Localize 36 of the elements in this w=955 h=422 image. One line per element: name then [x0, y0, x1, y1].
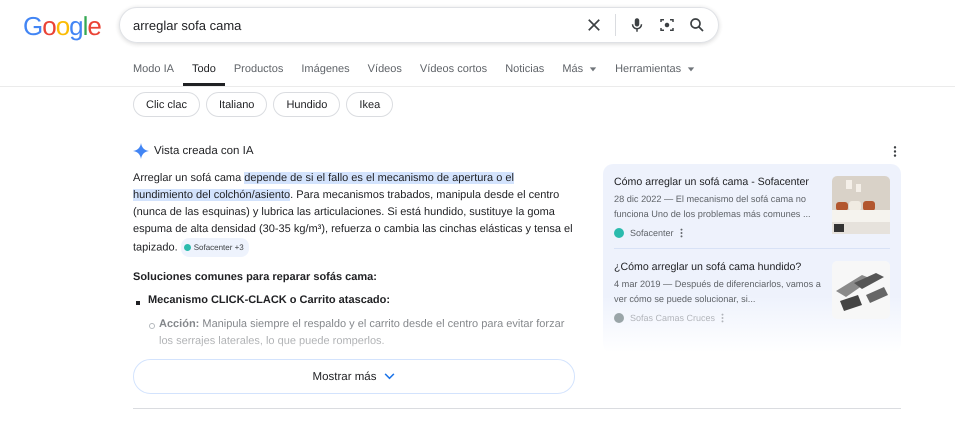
- more-options-icon[interactable]: [680, 228, 683, 238]
- sofa-mechanism-drawing: [832, 261, 890, 319]
- more-options-icon[interactable]: [893, 146, 897, 156]
- overview-title: Vista creada con IA: [154, 145, 254, 157]
- bullet-text: Mecanismo CLICK-CLACK o Carrito atascado:: [148, 294, 390, 306]
- overview-paragraph: Arreglar un sofá cama depende de si el fallo es el mecanismo de apertura o el hundimiento del colchón/asiento. Para mecanismos trabados, manipula desde el centro (nunca de las esquinas) y lubrica las articulaciones. Si está hundido, sustituye la goma espuma de alta densidad (30-35 kg/m³), refuerza o cambia las cinchas elásticas y tensa el tapizado. Sofacenter +3: [133, 170, 575, 257]
- search-tab[interactable]: Vídeos cortos: [410, 52, 496, 86]
- filter-chip[interactable]: Italiano: [206, 92, 268, 117]
- section-heading: Soluciones comunes para reparar sofás cama:: [133, 271, 378, 283]
- filter-chip[interactable]: Ikea: [346, 92, 394, 117]
- source-chip[interactable]: Sofacenter +3: [180, 238, 249, 257]
- search-tab[interactable]: Modo IA: [124, 52, 183, 86]
- search-tab[interactable]: Herramientas: [606, 52, 704, 86]
- chevron-down-icon: [384, 373, 396, 380]
- search-tab[interactable]: Más: [553, 52, 606, 86]
- show-more-button[interactable]: Mostrar más: [133, 359, 575, 394]
- sofa-bed-drawing: [832, 176, 890, 234]
- source-snippet: 4 mar 2019 — Después de diferenciarlos, vamos a ver cómo se puede solucionar, si...: [614, 278, 822, 306]
- source-title[interactable]: Cómo arreglar un sofá cama - Sofacenter: [614, 175, 824, 190]
- search-tab[interactable]: Noticias: [496, 52, 554, 86]
- site-name: Sofacenter: [630, 228, 674, 238]
- source-snippet: 28 dic 2022 — El mecanismo del sofá cama no funciona Uno de los problemas más comunes ...: [614, 193, 812, 221]
- search-tab[interactable]: Vídeos: [358, 52, 411, 86]
- search-tab[interactable]: Productos: [224, 52, 292, 86]
- filter-chip[interactable]: Clic clac: [133, 92, 200, 117]
- source-title[interactable]: ¿Cómo arreglar un sofá cama hundido?: [614, 260, 824, 275]
- filter-chip[interactable]: Hundido: [273, 92, 340, 117]
- search-input[interactable]: arreglar sofa cama: [133, 18, 573, 32]
- search-icon[interactable]: [688, 16, 706, 34]
- bullet-text: Acción: Manipula siempre el respaldo y el carrito desde el centro para evitar forzar los serrajes laterales, lo que puede romperlos.: [159, 318, 564, 347]
- search-field[interactable]: arreglar sofa cama: [119, 7, 719, 43]
- camera-icon[interactable]: [658, 16, 676, 34]
- sparkle-icon: [133, 143, 149, 159]
- search-tab[interactable]: Imágenes: [292, 52, 359, 86]
- site-name: Sofas Camas Cruces: [630, 313, 716, 323]
- logo[interactable]: Google: [23, 10, 109, 42]
